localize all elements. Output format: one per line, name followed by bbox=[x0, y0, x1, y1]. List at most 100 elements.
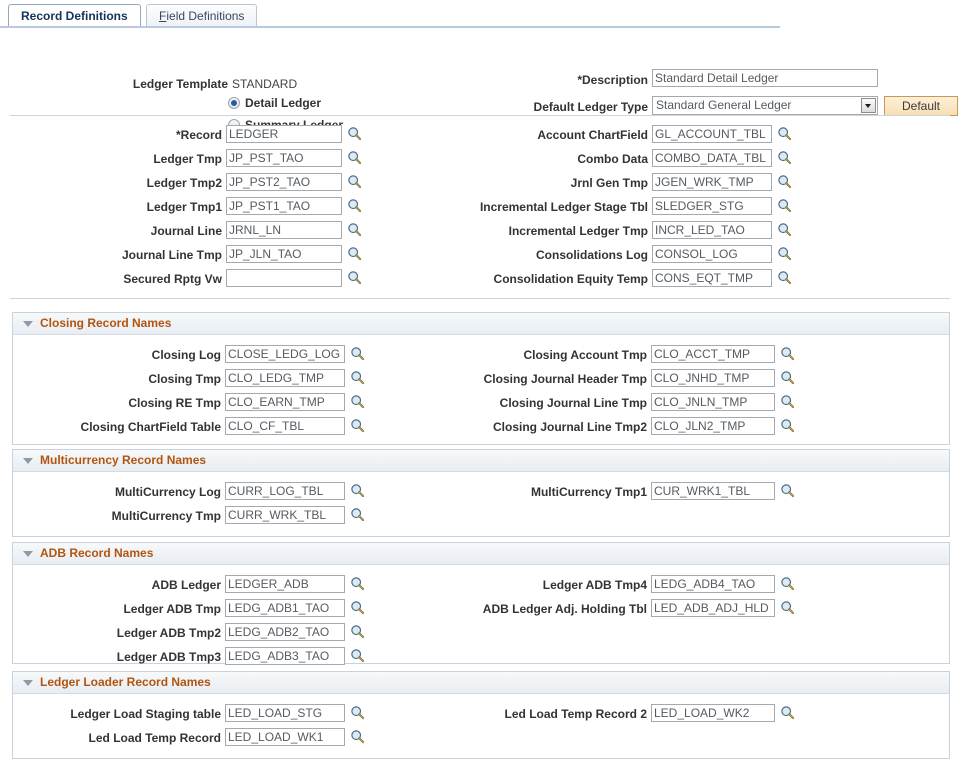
collapse-triangle-icon[interactable] bbox=[23, 680, 33, 686]
collapse-triangle-icon[interactable] bbox=[23, 321, 33, 327]
field-record-input[interactable] bbox=[226, 125, 342, 143]
lookup-search-icon[interactable] bbox=[347, 126, 362, 141]
group-title: Multicurrency Record Names bbox=[40, 453, 206, 467]
field-multicurrency-tmp1-input[interactable] bbox=[651, 482, 775, 500]
field-adb-ledger-adj-holding-tbl-input[interactable] bbox=[651, 599, 775, 617]
field-closing-account-tmp-label: Closing Account Tmp bbox=[387, 348, 647, 362]
field-closing-journal-line-tmp-input[interactable] bbox=[651, 393, 775, 411]
field-journal-line-input[interactable] bbox=[226, 221, 342, 239]
lookup-search-icon[interactable] bbox=[780, 600, 795, 615]
field-ledger-tmp1-input[interactable] bbox=[226, 197, 342, 215]
lookup-search-icon[interactable] bbox=[777, 246, 792, 261]
lookup-search-icon[interactable] bbox=[780, 346, 795, 361]
field-multicurrency-log-input[interactable] bbox=[225, 482, 345, 500]
radio-detail-ledger-control[interactable] bbox=[228, 97, 240, 109]
field-adb-ledger-input[interactable] bbox=[225, 575, 345, 593]
field-journal-line-tmp-input[interactable] bbox=[226, 245, 342, 263]
tab-field-definitions[interactable]: Field Definitions bbox=[146, 4, 257, 26]
field-ledger-adb-tmp4-input[interactable] bbox=[651, 575, 775, 593]
lookup-search-icon[interactable] bbox=[350, 370, 365, 385]
field-ledger-load-staging-table-input[interactable] bbox=[225, 704, 345, 722]
group-header-multicurrency-record-names[interactable]: Multicurrency Record Names bbox=[13, 450, 949, 472]
lookup-search-icon[interactable] bbox=[347, 150, 362, 165]
lookup-search-icon[interactable] bbox=[350, 346, 365, 361]
field-jrnl-gen-tmp-input[interactable] bbox=[652, 173, 772, 191]
field-ledger-tmp-input[interactable] bbox=[226, 149, 342, 167]
lookup-search-icon[interactable] bbox=[350, 507, 365, 522]
main-records-divider bbox=[10, 298, 950, 299]
lookup-search-icon[interactable] bbox=[350, 705, 365, 720]
field-ledger-adb-tmp3-input[interactable] bbox=[225, 647, 345, 665]
lookup-search-icon[interactable] bbox=[347, 174, 362, 189]
field-led-load-temp-record-2-label: Led Load Temp Record 2 bbox=[387, 707, 647, 721]
field-adb-ledger-adj-holding-tbl-label: ADB Ledger Adj. Holding Tbl bbox=[387, 602, 647, 616]
group-title: Closing Record Names bbox=[40, 316, 171, 330]
lookup-search-icon[interactable] bbox=[350, 418, 365, 433]
lookup-search-icon[interactable] bbox=[780, 418, 795, 433]
field-led-load-temp-record-2-input[interactable] bbox=[651, 704, 775, 722]
field-closing-chartfield-table-input[interactable] bbox=[225, 417, 345, 435]
field-closing-log-label: Closing Log bbox=[41, 348, 221, 362]
field-account-chartfield-input[interactable] bbox=[652, 125, 772, 143]
lookup-search-icon[interactable] bbox=[347, 222, 362, 237]
lookup-search-icon[interactable] bbox=[347, 246, 362, 261]
lookup-search-icon[interactable] bbox=[777, 126, 792, 141]
field-incremental-ledger-tmp-input[interactable] bbox=[652, 221, 772, 239]
group-header-adb-record-names[interactable]: ADB Record Names bbox=[13, 543, 949, 565]
field-ledger-adb-tmp2-input[interactable] bbox=[225, 623, 345, 641]
field-consolidations-log-input[interactable] bbox=[652, 245, 772, 263]
default-ledger-type-select[interactable]: Standard General Ledger bbox=[652, 96, 878, 115]
lookup-search-icon[interactable] bbox=[780, 576, 795, 591]
field-led-load-temp-record-input[interactable] bbox=[225, 728, 345, 746]
default-button[interactable]: Default bbox=[884, 96, 958, 116]
lookup-search-icon[interactable] bbox=[777, 198, 792, 213]
field-closing-journal-line-tmp2-input[interactable] bbox=[651, 417, 775, 435]
field-ledger-tmp2-input[interactable] bbox=[226, 173, 342, 191]
field-journal-line-tmp-label: Journal Line Tmp bbox=[42, 248, 222, 262]
field-combo-data-input[interactable] bbox=[652, 149, 772, 167]
lookup-search-icon[interactable] bbox=[777, 150, 792, 165]
lookup-search-icon[interactable] bbox=[347, 270, 362, 285]
group-body: Closing LogClosing TmpClosing RE TmpClos… bbox=[13, 335, 949, 446]
radio-detail-ledger[interactable]: Detail Ledger bbox=[228, 96, 321, 110]
ledger-template-label: Ledger Template bbox=[48, 77, 228, 91]
lookup-search-icon[interactable] bbox=[780, 705, 795, 720]
lookup-search-icon[interactable] bbox=[777, 174, 792, 189]
group-header-closing-record-names[interactable]: Closing Record Names bbox=[13, 313, 949, 335]
lookup-search-icon[interactable] bbox=[350, 394, 365, 409]
group-header-ledger-loader-record-names[interactable]: Ledger Loader Record Names bbox=[13, 672, 949, 694]
lookup-search-icon[interactable] bbox=[350, 600, 365, 615]
lookup-search-icon[interactable] bbox=[777, 270, 792, 285]
description-input[interactable] bbox=[652, 69, 878, 87]
lookup-search-icon[interactable] bbox=[347, 198, 362, 213]
field-closing-log-input[interactable] bbox=[225, 345, 345, 363]
field-incremental-ledger-stage-tbl-input[interactable] bbox=[652, 197, 772, 215]
lookup-search-icon[interactable] bbox=[777, 222, 792, 237]
field-closing-journal-header-tmp-input[interactable] bbox=[651, 369, 775, 387]
field-multicurrency-tmp-input[interactable] bbox=[225, 506, 345, 524]
group-ledger-loader-record-names: Ledger Loader Record NamesLedger Load St… bbox=[12, 671, 950, 759]
tab-record-definitions[interactable]: Record Definitions bbox=[8, 4, 141, 26]
chevron-down-icon[interactable] bbox=[861, 98, 876, 113]
field-consolidation-equity-temp-label: Consolidation Equity Temp bbox=[388, 272, 648, 286]
lookup-search-icon[interactable] bbox=[780, 370, 795, 385]
lookup-search-icon[interactable] bbox=[780, 394, 795, 409]
field-closing-re-tmp-input[interactable] bbox=[225, 393, 345, 411]
field-ledger-adb-tmp-input[interactable] bbox=[225, 599, 345, 617]
lookup-search-icon[interactable] bbox=[350, 576, 365, 591]
field-closing-tmp-input[interactable] bbox=[225, 369, 345, 387]
group-body: MultiCurrency LogMultiCurrency TmpMultiC… bbox=[13, 472, 949, 538]
field-secured-rptg-vw-input[interactable] bbox=[226, 269, 342, 287]
field-multicurrency-log-label: MultiCurrency Log bbox=[41, 485, 221, 499]
field-consolidations-log-label: Consolidations Log bbox=[388, 248, 648, 262]
lookup-search-icon[interactable] bbox=[780, 483, 795, 498]
lookup-search-icon[interactable] bbox=[350, 483, 365, 498]
field-consolidation-equity-temp-input[interactable] bbox=[652, 269, 772, 287]
field-closing-account-tmp-input[interactable] bbox=[651, 345, 775, 363]
field-record-label: *Record bbox=[42, 128, 222, 142]
lookup-search-icon[interactable] bbox=[350, 648, 365, 663]
lookup-search-icon[interactable] bbox=[350, 729, 365, 744]
collapse-triangle-icon[interactable] bbox=[23, 551, 33, 557]
lookup-search-icon[interactable] bbox=[350, 624, 365, 639]
collapse-triangle-icon[interactable] bbox=[23, 458, 33, 464]
